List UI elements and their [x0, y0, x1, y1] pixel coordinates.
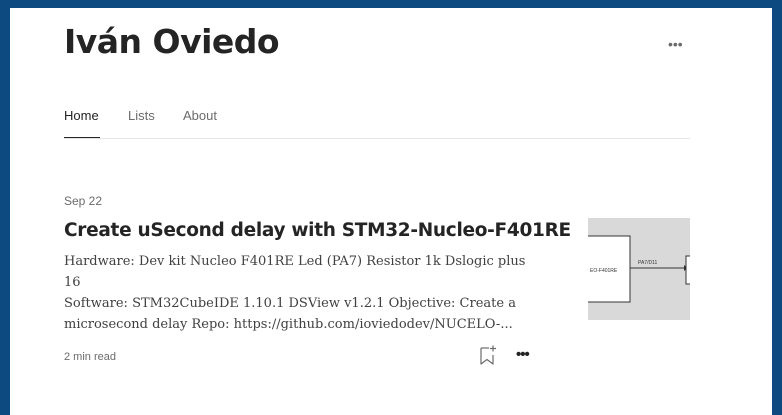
thumbnail-pin-label: PA7/D11: [638, 260, 657, 266]
thumbnail-left-label: EO-F401RE: [590, 268, 618, 274]
tab-lists[interactable]: Lists: [128, 108, 155, 123]
profile-more-button[interactable]: •••: [668, 36, 683, 52]
active-tab-indicator: [64, 137, 100, 138]
bookmark-add-icon[interactable]: [478, 344, 498, 366]
more-horizontal-icon[interactable]: •••: [516, 346, 530, 363]
profile-nav: Home Lists About: [64, 106, 690, 139]
tab-home[interactable]: Home: [64, 108, 99, 123]
thumbnail-diagram: EO-F401RE PA7/D11: [588, 218, 690, 320]
post-excerpt[interactable]: Hardware: Dev kit Nucleo F401RE Led (PA7…: [64, 251, 534, 335]
post-thumbnail[interactable]: EO-F401RE PA7/D11: [588, 218, 690, 320]
post-date: Sep 22: [64, 194, 103, 208]
post-read-time: 2 min read: [64, 351, 116, 363]
profile-name: Iván Oviedo: [64, 22, 280, 61]
tab-about[interactable]: About: [183, 108, 217, 123]
profile-page: Iván Oviedo ••• Home Lists About Sep 22 …: [10, 8, 772, 415]
post-title[interactable]: Create uSecond delay with STM32-Nucleo-F…: [64, 220, 571, 241]
